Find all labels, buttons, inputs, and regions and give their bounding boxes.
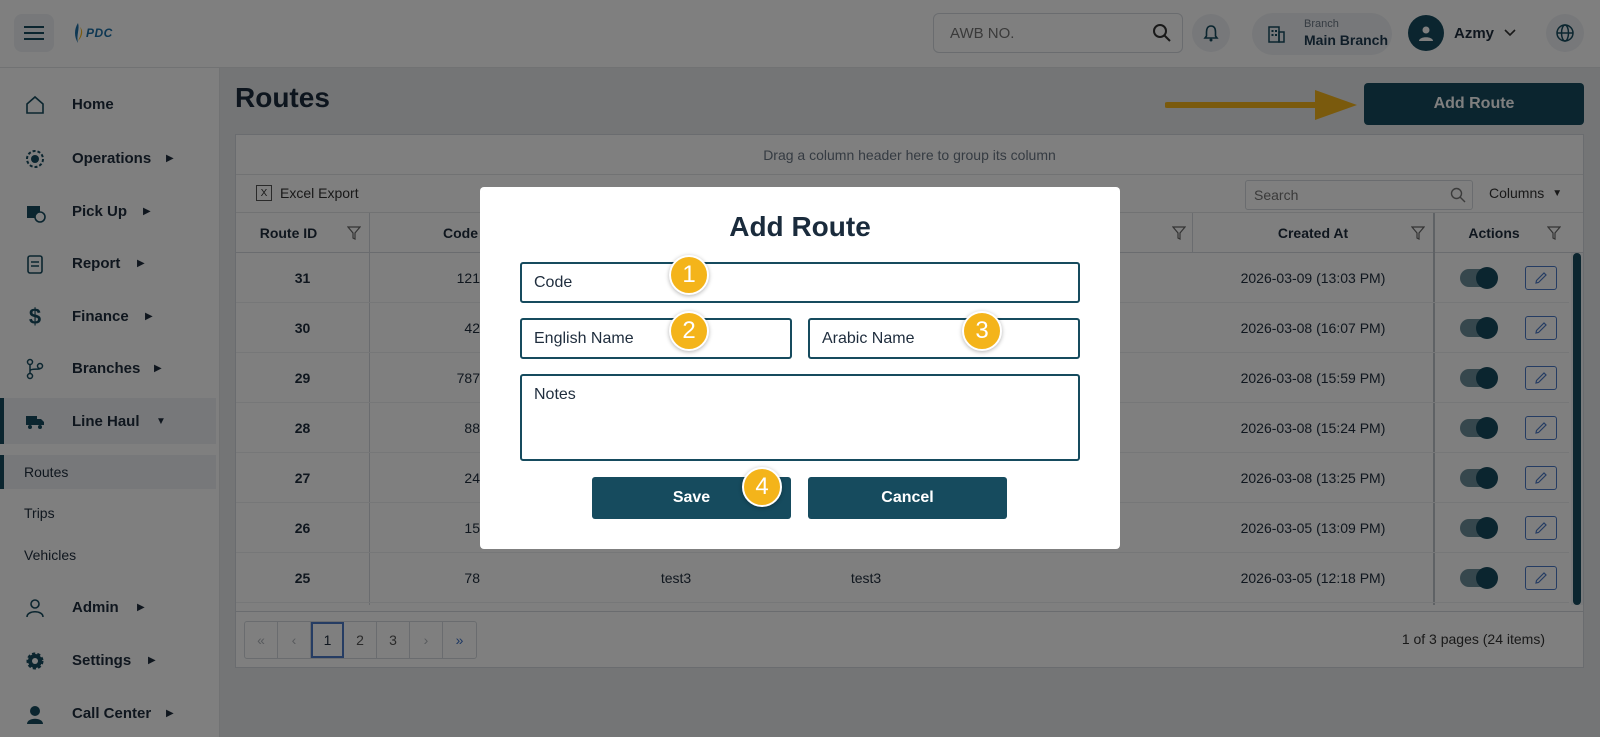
arabic-name-field[interactable] bbox=[808, 318, 1080, 359]
arabic-name-input[interactable] bbox=[810, 320, 1078, 357]
step-badge-3: 3 bbox=[962, 311, 1002, 351]
step-badge-4: 4 bbox=[742, 467, 782, 507]
step-badge-1: 1 bbox=[669, 255, 709, 295]
notes-textarea[interactable] bbox=[522, 376, 1078, 459]
dialog-title: Add Route bbox=[729, 211, 871, 242]
code-field[interactable] bbox=[520, 262, 1080, 303]
step-badge-2: 2 bbox=[669, 311, 709, 351]
notes-field[interactable] bbox=[520, 374, 1080, 461]
add-route-dialog: Add Route Save Cancel 1 2 3 4 bbox=[480, 187, 1120, 549]
english-name-field[interactable] bbox=[520, 318, 792, 359]
cancel-button[interactable]: Cancel bbox=[808, 477, 1007, 519]
code-input[interactable] bbox=[522, 264, 1078, 301]
english-name-input[interactable] bbox=[522, 320, 790, 357]
